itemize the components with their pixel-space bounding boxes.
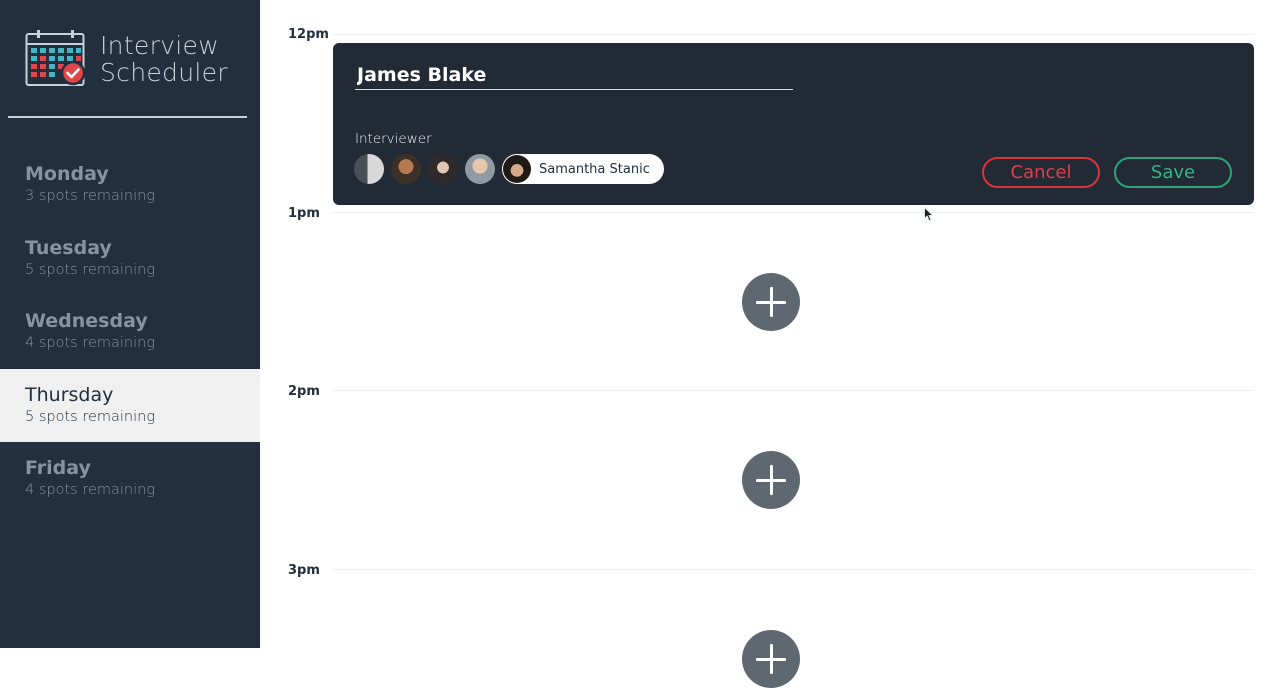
add-appointment-button[interactable] [742, 273, 800, 331]
day-item-monday[interactable]: Monday 3 spots remaining [0, 148, 260, 222]
day-spots-remaining: 5 spots remaining [25, 408, 156, 425]
app-title: Interview Scheduler [100, 32, 228, 86]
interviewer-avatar[interactable] [391, 154, 421, 184]
day-spots-remaining: 5 spots remaining [25, 261, 156, 278]
time-label-12pm: 12pm [288, 27, 329, 42]
hour-divider [332, 212, 1254, 213]
selected-interviewer[interactable]: Samantha Stanic [502, 154, 664, 184]
day-spots-remaining: 4 spots remaining [25, 482, 156, 498]
appointment-form: Interviewer Samantha Stanic Cancel Save [333, 43, 1254, 222]
cancel-button[interactable]: Cancel [982, 157, 1100, 188]
day-spots-remaining: 4 spots remaining [25, 335, 156, 351]
app-title-line2: Scheduler [100, 58, 228, 87]
hour-divider [332, 34, 1254, 35]
hour-divider [332, 390, 1254, 391]
hour-divider [332, 569, 1254, 570]
day-name: Tuesday [25, 236, 112, 259]
interviewer-list: Samantha Stanic [354, 154, 664, 184]
day-item-thursday[interactable]: Thursday 5 spots remaining [0, 368, 260, 442]
time-label-3pm: 3pm [288, 563, 320, 578]
interviewer-avatar[interactable] [428, 154, 458, 184]
add-appointment-button[interactable] [742, 451, 800, 509]
day-item-friday[interactable]: Friday 4 spots remaining [0, 442, 260, 516]
selected-interviewer-name: Samantha Stanic [539, 161, 650, 177]
schedule: 12pm 1pm 2pm 3pm Interviewer Samantha St… [260, 0, 1272, 688]
time-label-2pm: 2pm [288, 384, 320, 399]
add-appointment-button[interactable] [742, 630, 800, 688]
sidebar-divider [8, 116, 247, 118]
day-name: Friday [25, 457, 91, 479]
day-item-wednesday[interactable]: Wednesday 4 spots remaining [0, 295, 260, 369]
day-name: Wednesday [25, 310, 148, 332]
interviewer-label: Interviewer [355, 131, 432, 147]
brand: Interview Scheduler [25, 29, 228, 87]
calendar-check-icon [25, 30, 86, 86]
day-item-tuesday[interactable]: Tuesday 5 spots remaining [0, 222, 260, 296]
save-button[interactable]: Save [1114, 157, 1232, 188]
sidebar: Interview Scheduler Monday 3 spots remai… [0, 0, 260, 648]
day-spots-remaining: 3 spots remaining [25, 188, 156, 204]
mouse-pointer-icon [924, 207, 934, 222]
student-name-input[interactable] [355, 61, 793, 90]
day-list: Monday 3 spots remaining Tuesday 5 spots… [0, 148, 260, 516]
interviewer-avatar[interactable] [465, 154, 495, 184]
app-title-line1: Interview [100, 31, 219, 60]
day-name: Monday [25, 163, 109, 185]
time-label-1pm: 1pm [288, 206, 320, 221]
interviewer-avatar [503, 155, 531, 183]
day-name: Thursday [25, 383, 114, 406]
interviewer-avatar[interactable] [354, 154, 384, 184]
